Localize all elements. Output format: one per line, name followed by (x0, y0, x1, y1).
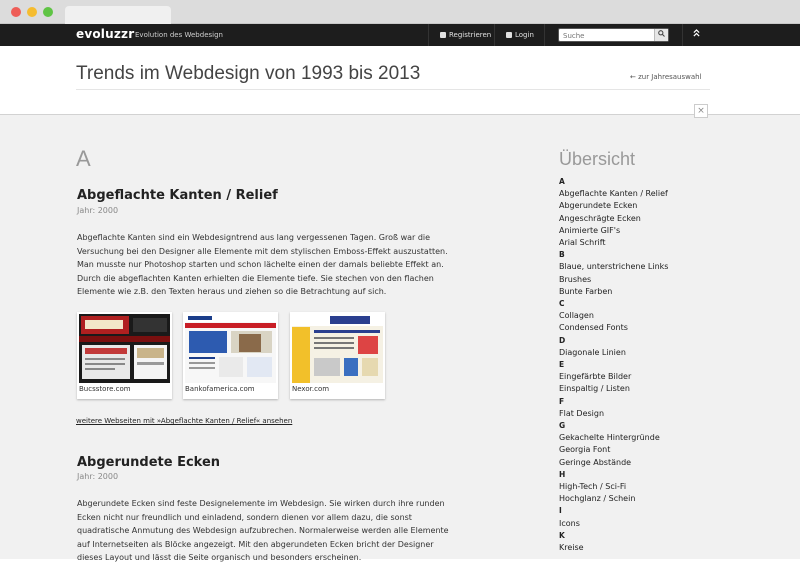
section-letter: A (76, 146, 91, 171)
search-icon (658, 30, 665, 37)
thumbnail-caption: Bankofamerica.com (185, 385, 255, 393)
search-input[interactable] (563, 30, 653, 41)
overview-link[interactable]: High-Tech / Sci-Fi (559, 481, 759, 493)
close-button[interactable]: × (694, 104, 708, 118)
overview-link[interactable]: Kreise (559, 542, 759, 554)
overview-letter-heading: B (559, 250, 565, 260)
overview-letter-heading: C (559, 299, 565, 309)
page-header: Trends im Webdesign von 1993 bis 2013 ← … (0, 46, 800, 114)
maximize-window-icon[interactable] (43, 7, 53, 17)
overview-link[interactable]: Diagonale Linien (559, 347, 759, 359)
entry-year: Jahr: 2000 (77, 472, 119, 481)
nav-divider (544, 24, 545, 46)
double-chevron-up-icon (693, 29, 700, 37)
overview-letter-heading: K (559, 530, 565, 540)
example-thumbnail[interactable]: Bankofamerica.com (183, 312, 278, 399)
overview-link[interactable]: Angeschrägte Ecken (559, 213, 759, 225)
overview-letter-heading: A (559, 177, 565, 186)
page-title: Trends im Webdesign von 1993 bis 2013 (76, 63, 421, 84)
site-logo[interactable]: evoluzzr (76, 27, 134, 41)
close-window-icon[interactable] (11, 7, 21, 17)
overview-link[interactable]: Animierte GIF's (559, 225, 759, 237)
entry-description: Abgeflachte Kanten sind ein Webdesigntre… (77, 233, 448, 296)
overview-link[interactable]: Abgeflachte Kanten / Relief (559, 188, 759, 200)
entry-title: Abgerundete Ecken (77, 455, 221, 470)
site-tagline: Evolution des Webdesign (135, 31, 223, 39)
minimize-window-icon[interactable] (27, 7, 37, 17)
entry-year: Jahr: 2000 (77, 206, 119, 215)
edit-icon (440, 32, 446, 38)
overview-link[interactable]: Blaue, unterstrichene Links (559, 261, 759, 273)
overview-letter-heading: E (559, 360, 565, 370)
entry-description: Abgerundete Ecken sind feste Designeleme… (77, 499, 449, 562)
overview-letter-heading: F (559, 396, 565, 406)
overview-link[interactable]: Condensed Fonts (559, 322, 759, 334)
close-icon: × (697, 106, 705, 116)
header-divider (76, 89, 710, 90)
overview-link[interactable]: Hochglanz / Schein (559, 493, 759, 505)
overview-link[interactable]: Geringe Abstände (559, 457, 759, 469)
overview-link[interactable]: Bunte Farben (559, 286, 759, 298)
overview-link[interactable]: Eingefärbte Bilder (559, 371, 759, 383)
overview-link[interactable]: Arial Schrift (559, 237, 759, 249)
site-navbar: evoluzzr Evolution des Webdesign Registr… (0, 24, 800, 46)
more-websites-link[interactable]: weitere Webseiten mit »Abgeflachte Kante… (76, 417, 292, 425)
overview-title: Übersicht (559, 149, 636, 169)
overview-letter-heading: I (559, 506, 562, 516)
scroll-top-button[interactable] (693, 29, 700, 40)
overview-link[interactable]: Icons (559, 518, 759, 530)
thumbnail-caption: Nexor.com (292, 385, 330, 393)
example-thumbnail[interactable]: Bucsstore.com (77, 312, 172, 399)
nav-divider (494, 24, 495, 46)
screenshot-bankofamerica (185, 314, 276, 383)
overview-link[interactable]: Collagen (559, 310, 759, 322)
register-label: Registrieren (449, 31, 492, 39)
back-to-year-link[interactable]: ← zur Jahresauswahl (630, 73, 702, 81)
overview-letter-heading: D (559, 335, 566, 345)
screenshot-nexor (292, 314, 383, 383)
browser-tab[interactable] (65, 6, 171, 24)
screenshot-bucsstore (79, 314, 170, 383)
search-button[interactable] (654, 29, 668, 41)
login-icon (506, 32, 512, 38)
overview-link[interactable]: Georgia Font (559, 444, 759, 456)
example-thumbnail[interactable]: Nexor.com (290, 312, 385, 399)
login-label: Login (515, 31, 534, 39)
overview-list: A Abgeflachte Kanten / Relief Abgerundete … (559, 176, 759, 554)
overview-link[interactable]: Gekachelte Hintergründe (559, 432, 759, 444)
entry-title: Abgeflachte Kanten / Relief (77, 188, 278, 203)
browser-titlebar (0, 0, 800, 24)
overview-link[interactable]: Flat Design (559, 408, 759, 420)
overview-link[interactable]: Abgerundete Ecken (559, 200, 759, 212)
nav-divider (428, 24, 429, 46)
thumbnail-caption: Bucsstore.com (79, 385, 131, 393)
main-content: A Abgeflachte Kanten / Relief Jahr: 2000… (0, 114, 800, 562)
search-box (558, 28, 669, 42)
nav-divider (682, 24, 683, 46)
register-link[interactable]: Registrieren (440, 31, 491, 39)
overview-link[interactable]: Brushes (559, 274, 759, 286)
login-link[interactable]: Login (506, 31, 534, 39)
overview-link[interactable]: Einspaltig / Listen (559, 383, 759, 395)
overview-letter-heading: H (559, 469, 566, 479)
overview-letter-heading: G (559, 421, 566, 431)
